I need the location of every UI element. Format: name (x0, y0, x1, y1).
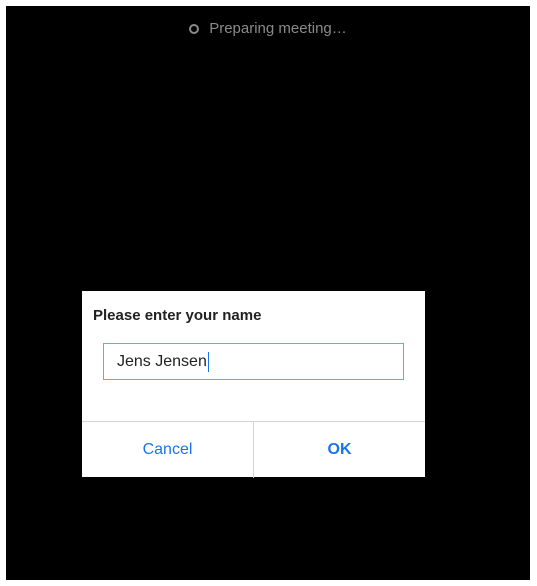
spinner-icon (189, 23, 200, 34)
name-input-value: Jens Jensen (117, 352, 207, 370)
name-dialog: Please enter your name Jens Jensen Cance… (82, 291, 425, 478)
name-input[interactable]: Jens Jensen (103, 343, 404, 380)
dialog-title: Please enter your name (93, 307, 262, 324)
dialog-button-row: Cancel OK (82, 421, 425, 478)
status-bar: Preparing meeting… (6, 20, 530, 37)
cancel-button[interactable]: Cancel (82, 422, 254, 478)
meeting-screen: Preparing meeting… Please enter your nam… (6, 6, 530, 580)
text-caret (207, 351, 209, 372)
status-text: Preparing meeting… (209, 20, 347, 37)
ok-button[interactable]: OK (254, 422, 425, 478)
